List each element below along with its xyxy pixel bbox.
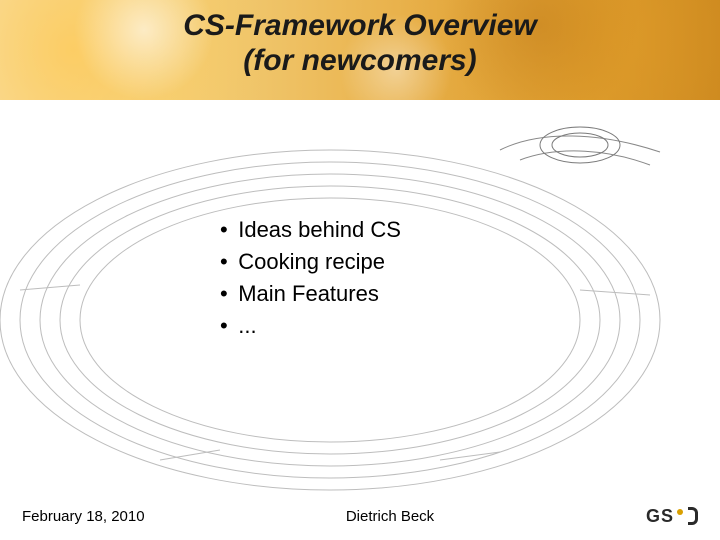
bullet-text: ... — [238, 313, 256, 338]
list-item: • Main Features — [220, 278, 401, 310]
slide: CS-Framework Overview (for newcomers) • … — [0, 0, 720, 540]
footer-logo: GS — [598, 506, 698, 527]
list-item: • ... — [220, 310, 401, 342]
list-item: • Ideas behind CS — [220, 214, 401, 246]
bullet-text: Main Features — [238, 281, 379, 306]
bullet-text: Ideas behind CS — [238, 217, 401, 242]
bullet-dot-icon: • — [220, 310, 232, 342]
logo-text: GS — [646, 506, 674, 527]
logo-bracket-icon — [688, 507, 698, 525]
bullet-text: Cooking recipe — [238, 249, 385, 274]
bullet-list: • Ideas behind CS • Cooking recipe • Mai… — [220, 214, 401, 342]
slide-title-line2: (for newcomers) — [0, 44, 720, 78]
bullet-dot-icon: • — [220, 278, 232, 310]
bullet-dot-icon: • — [220, 246, 232, 278]
slide-title-line1: CS-Framework Overview — [0, 8, 720, 44]
logo-dot-icon — [677, 509, 683, 515]
list-item: • Cooking recipe — [220, 246, 401, 278]
footer-author: Dietrich Beck — [182, 508, 598, 525]
bullet-dot-icon: • — [220, 214, 232, 246]
gsi-logo: GS — [646, 506, 698, 527]
footer-date: February 18, 2010 — [22, 508, 182, 525]
footer: February 18, 2010 Dietrich Beck GS — [0, 502, 720, 530]
